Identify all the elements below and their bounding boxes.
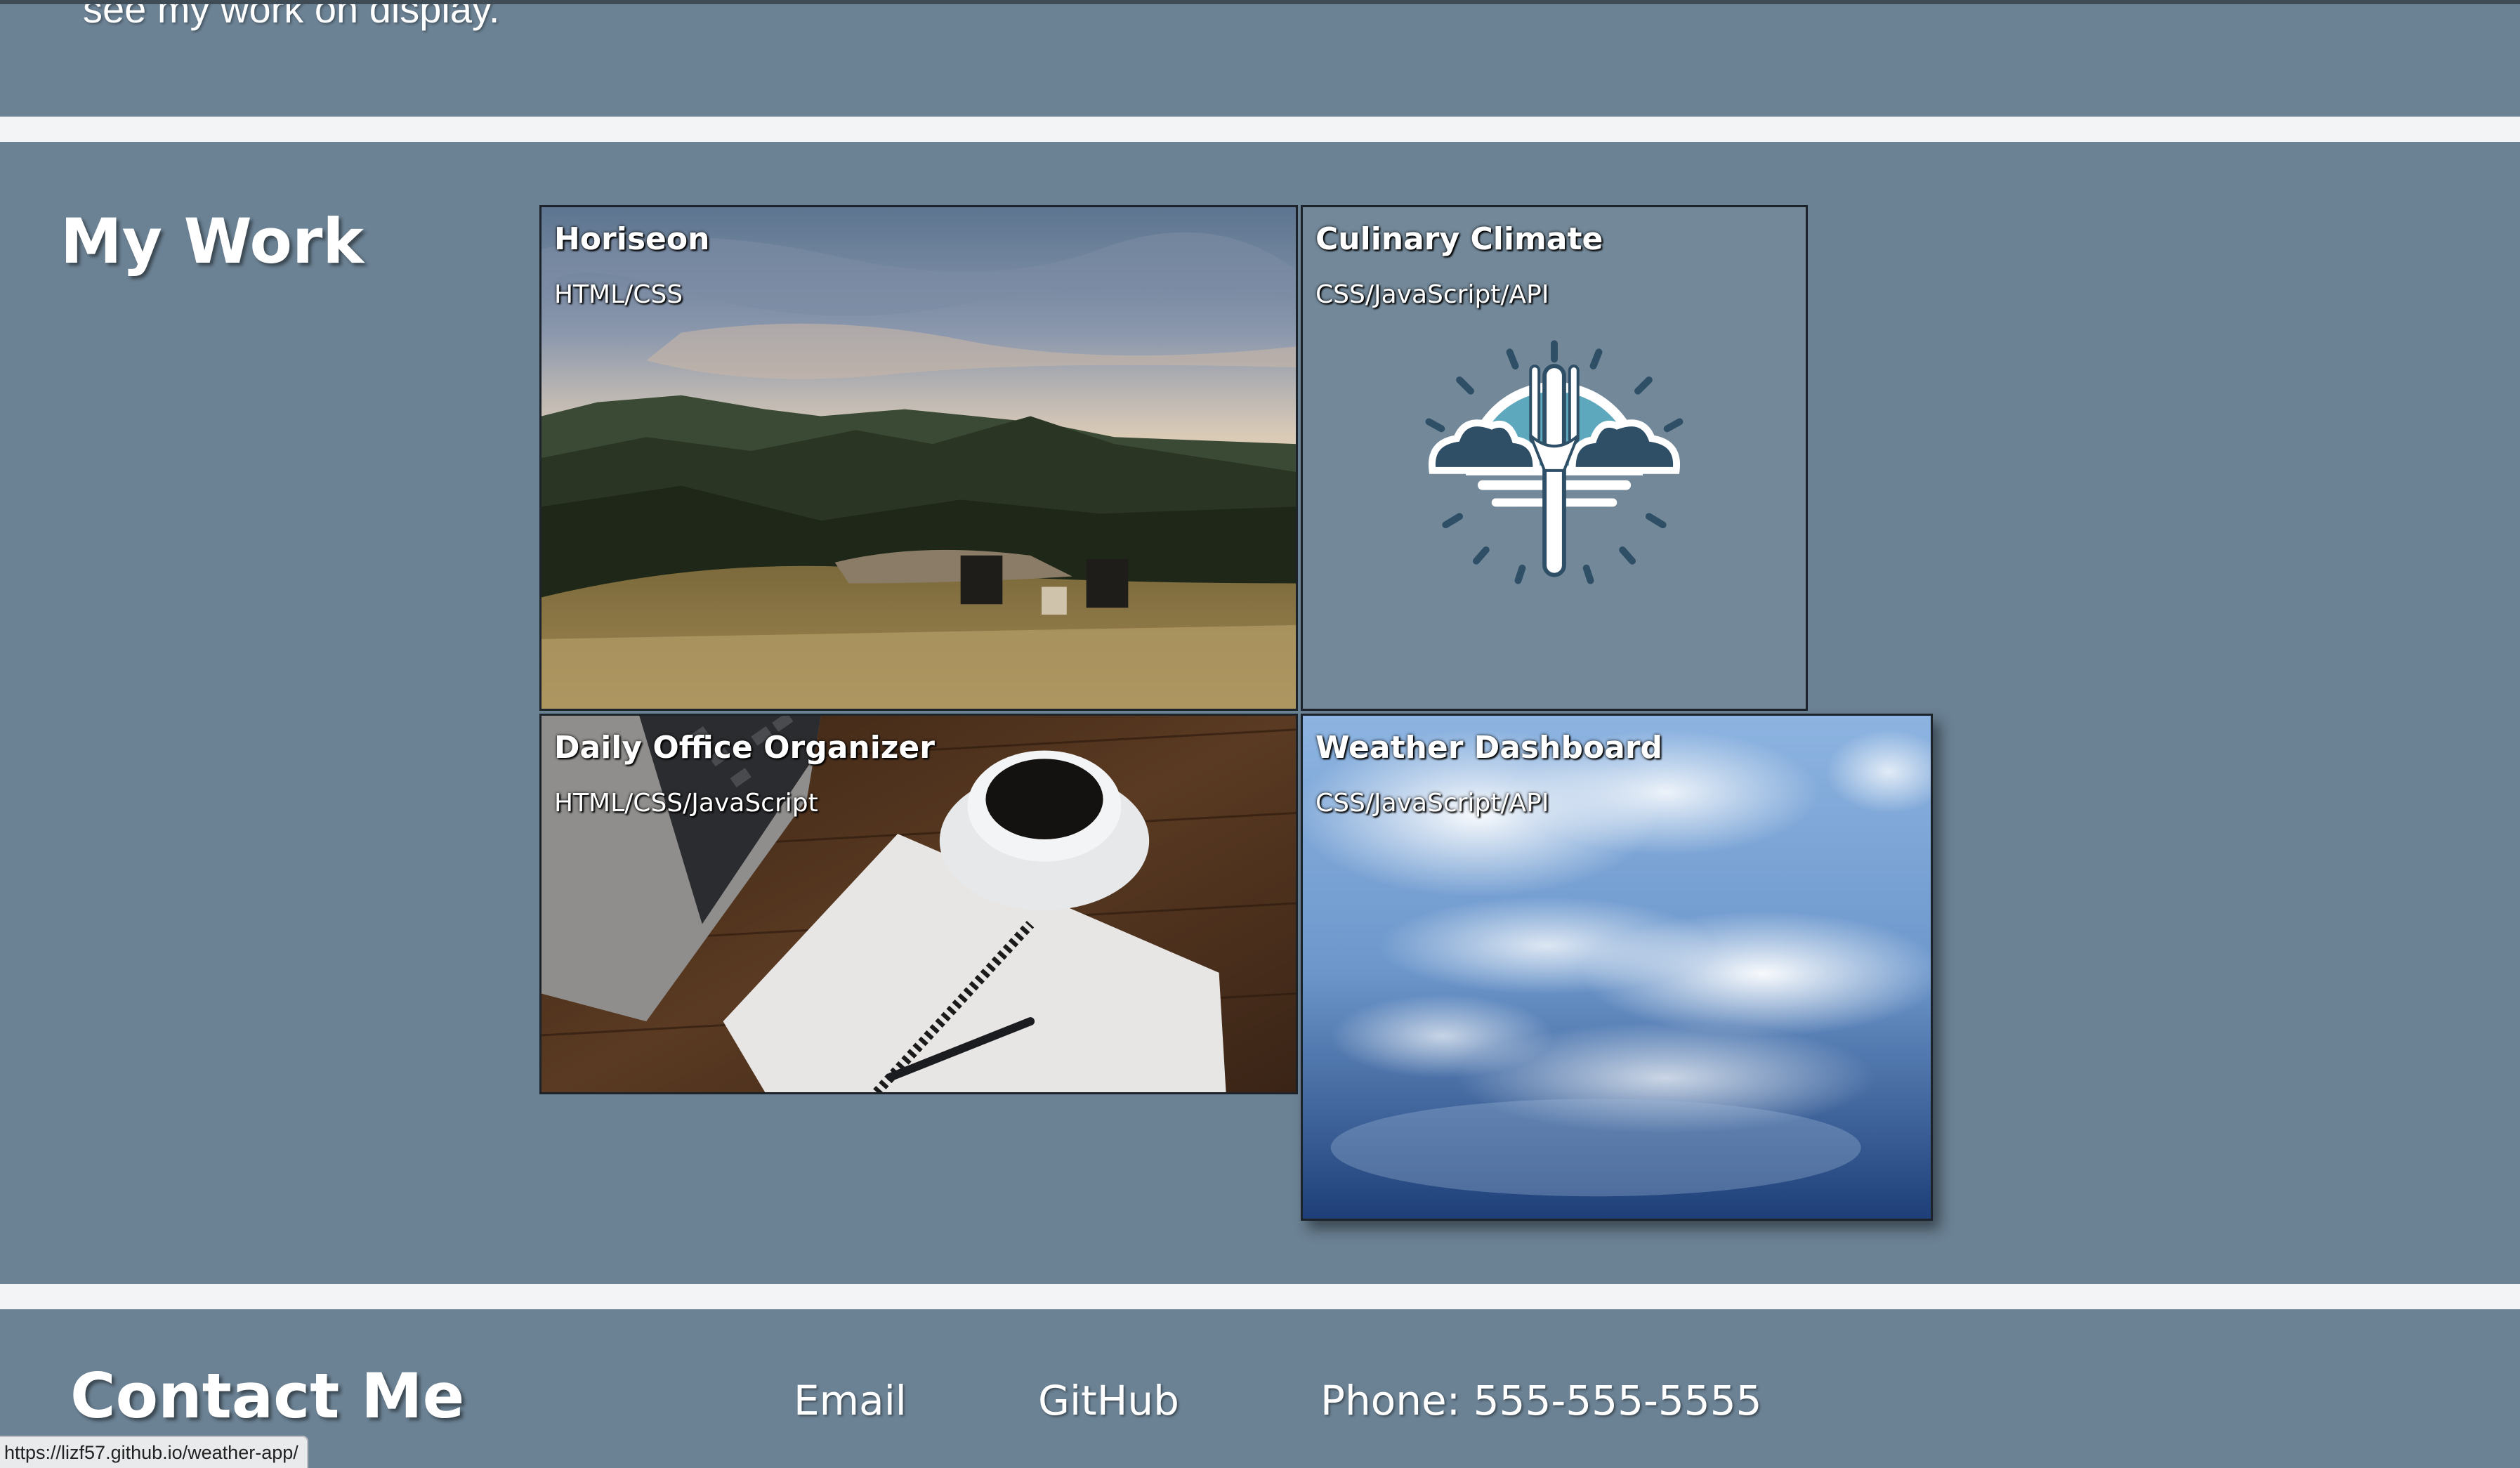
section-divider (0, 1284, 2520, 1309)
project-tech: CSS/JavaScript/API (1315, 789, 1549, 818)
phone-number: Phone: 555-555-5555 (1320, 1377, 1762, 1424)
desk-coffee-notebook-image (542, 716, 1296, 1092)
project-title: Culinary Climate (1315, 221, 1603, 257)
project-title: Horiseon (554, 221, 710, 257)
work-heading: My Work (60, 205, 364, 277)
project-card-horiseon[interactable]: Horiseon HTML/CSS (539, 205, 1298, 711)
email-link[interactable]: Email (794, 1377, 907, 1424)
about-section: see my work on display. (0, 4, 2520, 117)
about-text: see my work on display. (83, 4, 500, 31)
github-link[interactable]: GitHub (1038, 1377, 1179, 1424)
contact-heading: Contact Me (70, 1360, 465, 1432)
project-card-daily-office-organizer[interactable]: Daily Office Organizer HTML/CSS/JavaScri… (539, 714, 1298, 1094)
project-card-culinary-climate[interactable]: Culinary Climate CSS/JavaScript/API (1301, 205, 1808, 711)
project-tech: HTML/CSS/JavaScript (554, 789, 818, 818)
link-preview-status-bar: https://lizf57.github.io/weather-app/ (0, 1436, 308, 1468)
project-tech: HTML/CSS (554, 280, 683, 309)
project-tech: CSS/JavaScript/API (1315, 280, 1549, 309)
project-title: Daily Office Organizer (554, 730, 935, 766)
project-title: Weather Dashboard (1315, 730, 1663, 766)
project-card-weather-dashboard[interactable]: Weather Dashboard CSS/JavaScript/API (1301, 714, 1933, 1221)
section-divider (0, 117, 2520, 142)
